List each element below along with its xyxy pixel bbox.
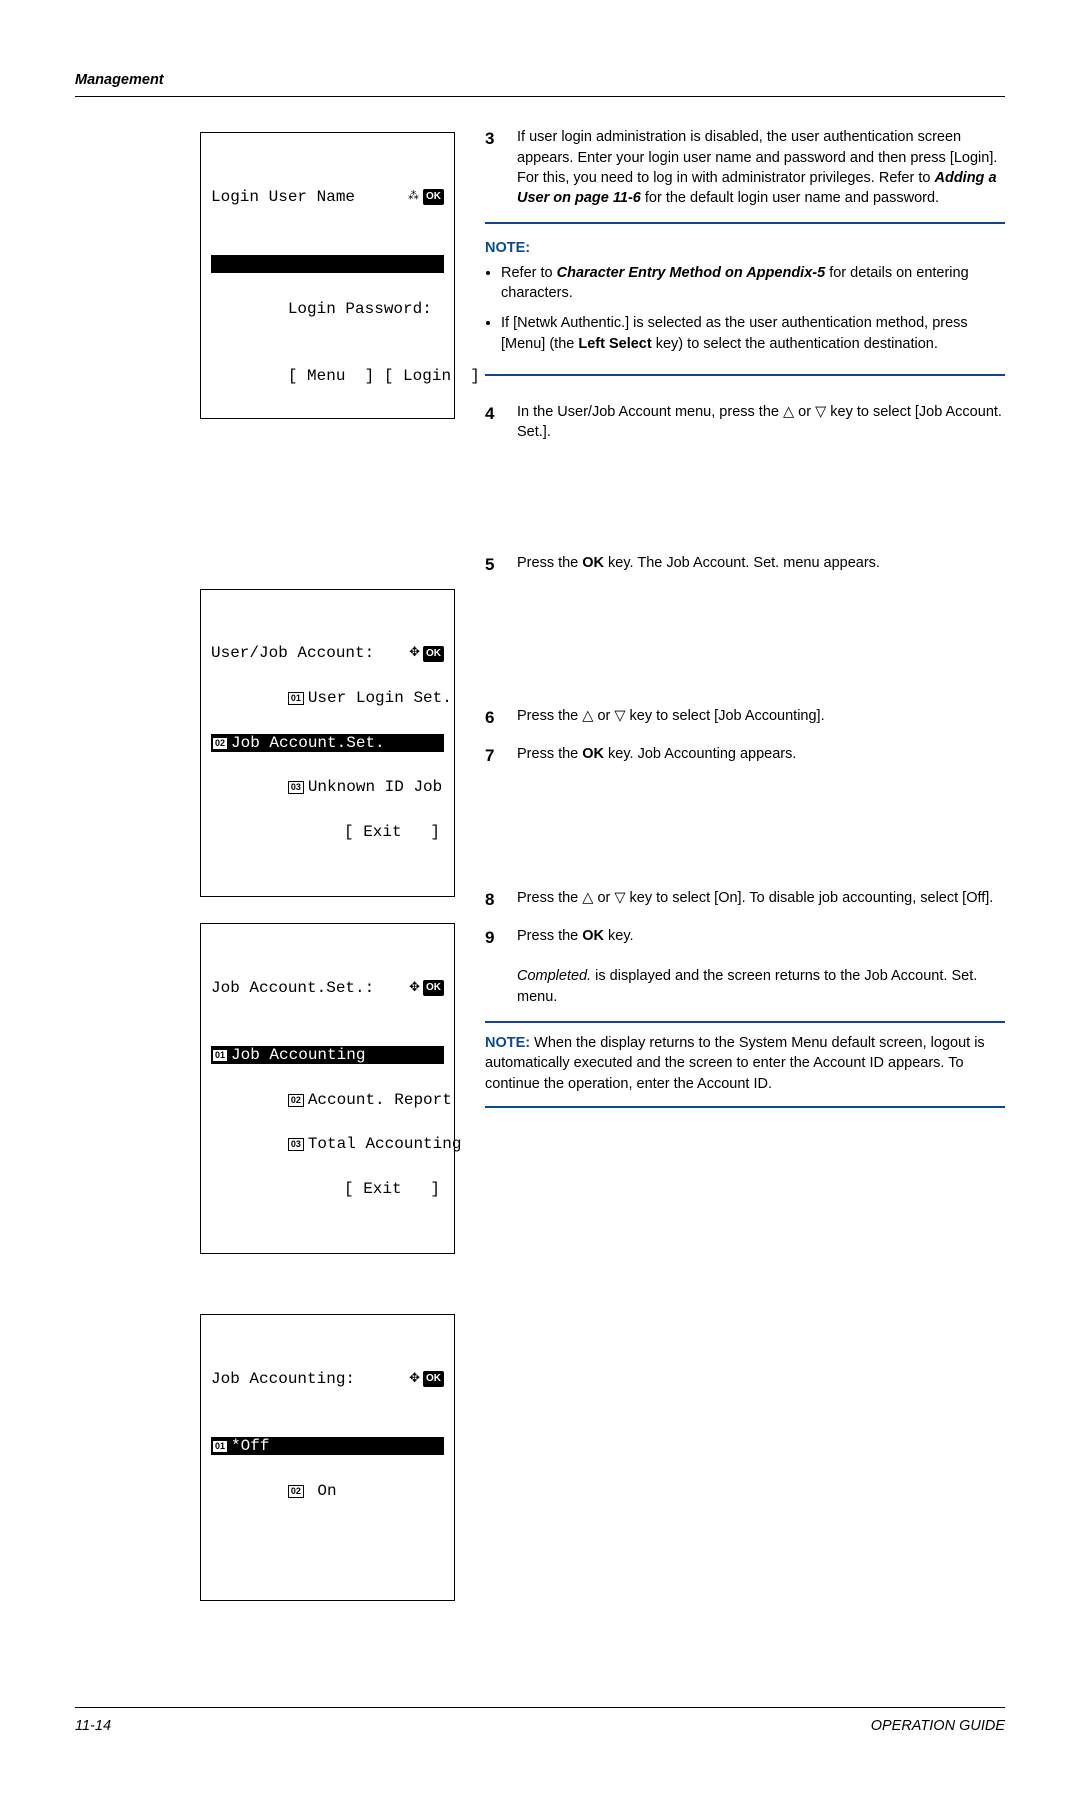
note-title: NOTE:	[485, 238, 1005, 258]
lcd-login-login-soft: [ Login ]	[384, 367, 480, 385]
note-body: When the display returns to the System M…	[485, 1035, 985, 1092]
lcd-login-input-bar	[211, 255, 444, 273]
operation-guide-label: OPERATION GUIDE	[871, 1716, 1005, 1736]
lcd-login-password-label: Login Password:	[288, 300, 432, 318]
lcd-job-account-set: Job Account.Set.: ✥ OK 01Job Accounting …	[200, 923, 455, 1254]
note-bullets: Refer to Character Entry Method on Appen…	[485, 263, 1005, 354]
note-bullet-2: If [Netwk Authentic.] is selected as the…	[501, 313, 1005, 354]
link-char-entry[interactable]: Character Entry Method on Appendix-5	[557, 265, 826, 281]
compass-icon: ✥	[409, 644, 419, 662]
lcd4-item-1-selected: 01*Off	[211, 1437, 444, 1455]
step-body: Press the OK key. Job Accounting appears…	[517, 744, 1005, 768]
compass-icon: ✥	[409, 1370, 419, 1388]
lcd-icons: ⁂ OK	[408, 189, 444, 205]
num-badge: 01	[213, 1441, 227, 1452]
lcd-user-job-account: User/Job Account: ✥ OK 01User Login Set.…	[200, 589, 455, 898]
step-8: 8 Press the △ or ▽ key to select [On]. T…	[485, 888, 1005, 912]
lcd2-item-1: 01User Login Set.	[288, 689, 452, 707]
right-column: 3 If user login administration is disabl…	[485, 127, 1005, 1626]
step-4: 4 In the User/Job Account menu, press th…	[485, 402, 1005, 443]
content-columns: Login User Name ⁂ OK Login Password: [ M…	[75, 127, 1005, 1626]
step-9: 9 Press the OK key. Completed. is displa…	[485, 926, 1005, 1007]
lcd3-item-1-selected: 01Job Accounting	[211, 1046, 444, 1064]
lcd4-item-2: 02 On	[288, 1482, 337, 1500]
step-body: Press the △ or ▽ key to select [Job Acco…	[517, 706, 1005, 730]
ok-icon: OK	[423, 189, 444, 205]
step-7: 7 Press the OK key. Job Accounting appea…	[485, 744, 1005, 768]
section-header: Management	[75, 70, 1005, 97]
step-6: 6 Press the △ or ▽ key to select [Job Ac…	[485, 706, 1005, 730]
num-badge: 01	[288, 692, 304, 705]
num-badge: 03	[288, 1138, 304, 1151]
step-num: 9	[485, 926, 499, 1007]
lcd-login: Login User Name ⁂ OK Login Password: [ M…	[200, 132, 455, 418]
left-column: Login User Name ⁂ OK Login Password: [ M…	[75, 127, 455, 1626]
section-title: Management	[75, 72, 164, 88]
step-body: In the User/Job Account menu, press the …	[517, 402, 1005, 443]
lcd3-item-3: 03Total Accounting	[288, 1135, 462, 1153]
step-body: Press the △ or ▽ key to select [On]. To …	[517, 888, 1005, 912]
step-body: If user login administration is disabled…	[517, 127, 1005, 208]
lcd-login-title: Login User Name	[211, 186, 355, 208]
lcd4-title-row: Job Accounting: ✥ OK	[211, 1368, 444, 1390]
lcd2-item-2-selected: 02Job Account.Set.	[211, 734, 444, 752]
lcd3-exit: [ Exit ]	[211, 1178, 444, 1200]
note-block-1: NOTE: Refer to Character Entry Method on…	[485, 222, 1005, 375]
num-badge: 01	[213, 1050, 227, 1061]
step-body: Press the OK key. Completed. is displaye…	[517, 926, 1005, 1007]
lcd-job-accounting: Job Accounting: ✥ OK 01*Off 02 On	[200, 1314, 455, 1600]
lcd3-item-2: 02Account. Report	[288, 1091, 452, 1109]
lcd2-exit: [ Exit ]	[211, 821, 444, 843]
compass-icon: ✥	[409, 979, 419, 997]
lcd2-title-row: User/Job Account: ✥ OK	[211, 642, 444, 664]
ok-icon: OK	[423, 646, 444, 662]
lcd3-title-row: Job Account.Set.: ✥ OK	[211, 977, 444, 999]
footer: 11-14 OPERATION GUIDE	[75, 1707, 1005, 1736]
step-num: 5	[485, 553, 499, 577]
note-label: NOTE:	[485, 1035, 530, 1051]
lcd3-title: Job Account.Set.:	[211, 977, 374, 999]
lcd-login-title-row: Login User Name ⁂ OK	[211, 186, 444, 208]
step-num: 7	[485, 744, 499, 768]
lcd2-item-3: 03Unknown ID Job	[288, 778, 442, 796]
num-badge: 02	[288, 1094, 304, 1107]
lcd-login-menu-soft: [ Menu ]	[288, 367, 374, 385]
num-badge: 02	[288, 1485, 304, 1498]
num-badge: 02	[213, 738, 227, 749]
lcd-icons: ✥ OK	[409, 644, 444, 662]
ok-icon: OK	[423, 1371, 444, 1387]
step-3: 3 If user login administration is disabl…	[485, 127, 1005, 208]
step-body: Press the OK key. The Job Account. Set. …	[517, 553, 1005, 577]
step-num: 4	[485, 402, 499, 443]
page-number: 11-14	[75, 1716, 111, 1736]
step-num: 3	[485, 127, 499, 208]
lcd2-title: User/Job Account:	[211, 642, 374, 664]
compass-dots-icon: ⁂	[408, 190, 419, 205]
num-badge: 03	[288, 781, 304, 794]
note-bullet-1: Refer to Character Entry Method on Appen…	[501, 263, 1005, 304]
lcd4-title: Job Accounting:	[211, 1368, 355, 1390]
step-5: 5 Press the OK key. The Job Account. Set…	[485, 553, 1005, 577]
lcd-icons: ✥ OK	[409, 1370, 444, 1388]
note-block-2: NOTE: When the display returns to the Sy…	[485, 1021, 1005, 1108]
lcd-icons: ✥ OK	[409, 979, 444, 997]
ok-icon: OK	[423, 980, 444, 996]
step-num: 6	[485, 706, 499, 730]
step-num: 8	[485, 888, 499, 912]
